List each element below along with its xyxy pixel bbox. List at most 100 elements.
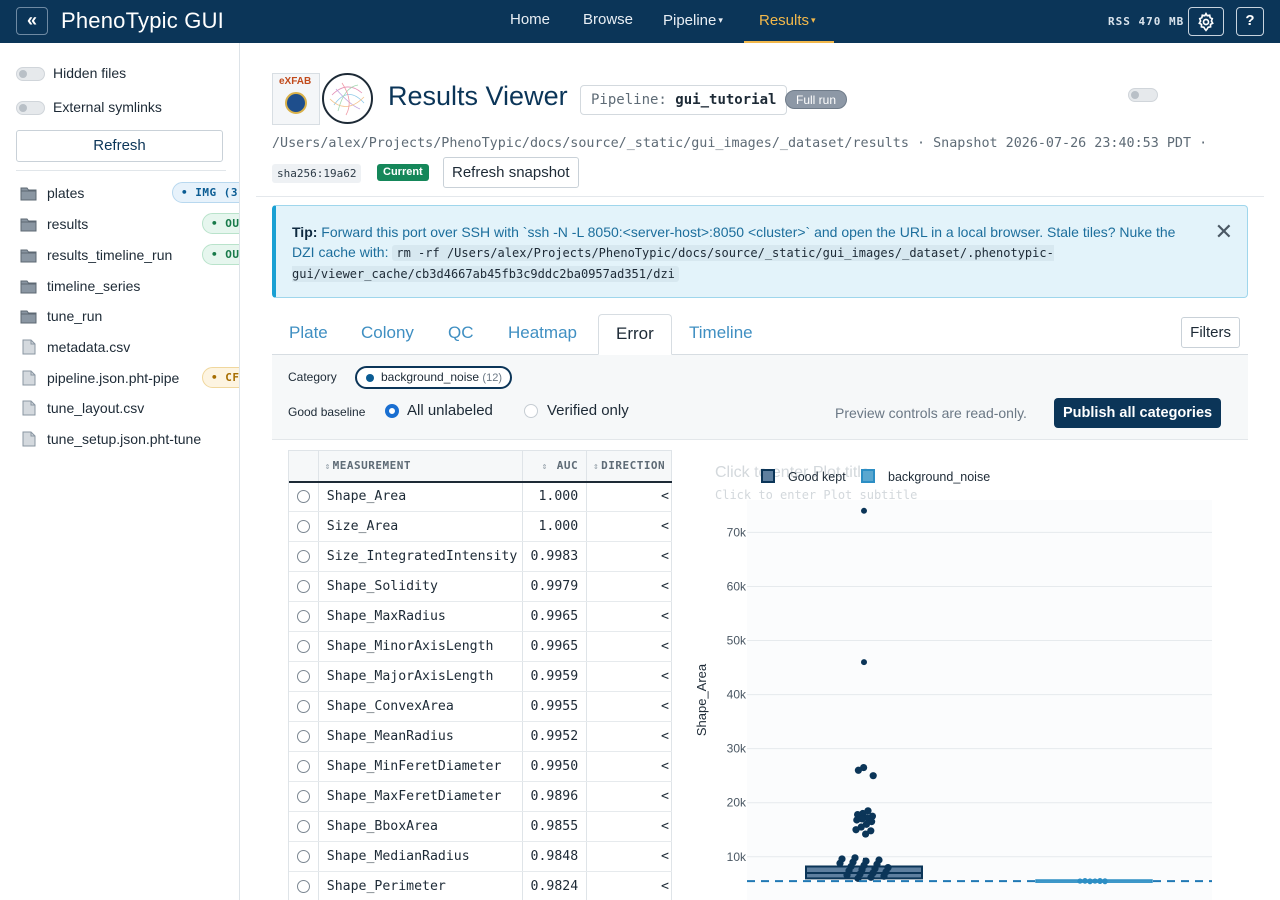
table-row[interactable]: Shape_Area 1.000 < xyxy=(289,481,672,512)
direction-cell: < xyxy=(586,511,672,542)
auc-table: ⇕ MEASUREMENT ⇕ AUC ⇕ DIRECTION Shape_Area… xyxy=(288,450,672,900)
row-radio[interactable] xyxy=(296,489,310,503)
publish-all-button[interactable]: Publish all categories xyxy=(1054,398,1222,428)
measurement-cell: Shape_MeanRadius xyxy=(318,721,523,752)
row-radio[interactable] xyxy=(296,819,310,833)
row-select-cell[interactable] xyxy=(289,871,319,900)
error-boxplot: Click to enter Plot title Click to enter … xyxy=(672,450,1248,900)
auc-cell: 0.9965 xyxy=(522,631,588,662)
row-radio[interactable] xyxy=(296,579,310,593)
measurement-column-header[interactable]: ⇕ MEASUREMENT xyxy=(318,450,523,483)
nav-home[interactable]: Home xyxy=(510,0,550,43)
table-row[interactable]: Shape_Perimeter 0.9824 < xyxy=(289,871,672,900)
header-toggle-switch[interactable] xyxy=(1128,88,1158,102)
good-outlier-point xyxy=(861,507,867,514)
tab-qc[interactable]: QC xyxy=(431,314,491,355)
tab-timeline[interactable]: Timeline xyxy=(672,314,770,355)
tip-text: Tip: Forward this port over SSH with `ss… xyxy=(292,222,1182,284)
row-select-cell[interactable] xyxy=(289,751,319,782)
error-controls: Category background_noise (12) Good base… xyxy=(272,355,1248,440)
table-row[interactable]: Shape_MinorAxisLength 0.9965 < xyxy=(289,631,672,662)
nav-results[interactable]: Results ▾ xyxy=(744,0,834,43)
table-row[interactable]: Shape_MaxFeretDiameter 0.9896 < xyxy=(289,781,672,812)
tab-colony[interactable]: Colony xyxy=(344,314,431,355)
auc-cell: 1.000 xyxy=(522,481,588,512)
noise-point xyxy=(1097,877,1103,884)
brand-title[interactable]: PhenoTypic GUI xyxy=(61,8,224,34)
auc-column-header[interactable]: ⇕ AUC xyxy=(522,450,588,483)
settings-button[interactable] xyxy=(1188,7,1224,36)
row-select-cell[interactable] xyxy=(289,811,319,842)
table-row[interactable]: Size_IntegratedIntensity 0.9983 < xyxy=(289,541,672,572)
radio-unselected[interactable] xyxy=(524,404,538,418)
toggle-switch[interactable] xyxy=(16,67,45,81)
help-button[interactable]: ? xyxy=(1236,7,1264,36)
row-radio[interactable] xyxy=(296,699,310,713)
table-row[interactable]: Shape_ConvexArea 0.9955 < xyxy=(289,691,672,722)
table-row[interactable]: Shape_BboxArea 0.9855 < xyxy=(289,811,672,842)
row-select-cell[interactable] xyxy=(289,691,319,722)
row-select-cell[interactable] xyxy=(289,481,319,512)
row-select-cell[interactable] xyxy=(289,781,319,812)
row-select-cell[interactable] xyxy=(289,841,319,872)
row-select-cell[interactable] xyxy=(289,511,319,542)
row-select-cell[interactable] xyxy=(289,661,319,692)
network-logo xyxy=(322,73,373,124)
file-name: tune_layout.csv xyxy=(47,400,145,416)
table-row[interactable]: Shape_MeanRadius 0.9952 < xyxy=(289,721,672,752)
close-icon[interactable]: ✕ xyxy=(1215,221,1233,243)
top-navbar: « PhenoTypic GUI Home Browse Pipeline ▾ R… xyxy=(0,0,1280,43)
nav-pipeline[interactable]: Pipeline ▾ xyxy=(663,0,723,43)
table-row[interactable]: Shape_Solidity 0.9979 < xyxy=(289,571,672,602)
category-chip[interactable]: background_noise (12) xyxy=(355,366,512,389)
row-radio[interactable] xyxy=(296,789,310,803)
auc-cell: 0.9896 xyxy=(522,781,588,812)
row-select-cell[interactable] xyxy=(289,721,319,752)
refresh-button[interactable]: Refresh xyxy=(16,130,223,162)
direction-cell: < xyxy=(586,481,672,512)
toggle-switch[interactable] xyxy=(16,101,45,115)
row-radio[interactable] xyxy=(296,759,310,773)
collapse-sidebar-button[interactable]: « xyxy=(16,7,48,35)
row-radio[interactable] xyxy=(296,729,310,743)
tab-error[interactable]: Error xyxy=(598,314,672,355)
table-row[interactable]: Shape_MaxRadius 0.9965 < xyxy=(289,601,672,632)
measurement-cell: Shape_ConvexArea xyxy=(318,691,523,722)
refresh-snapshot-button[interactable]: Refresh snapshot xyxy=(443,157,579,188)
nav-browse[interactable]: Browse xyxy=(583,0,633,43)
row-radio[interactable] xyxy=(296,849,310,863)
row-select-cell[interactable] xyxy=(289,541,319,572)
good-outlier-point xyxy=(861,659,867,666)
tip-code: rm -rf /Users/alex/Projects/PhenoTypic/d… xyxy=(292,245,1054,282)
row-radio[interactable] xyxy=(296,519,310,533)
hidden-files-label: Hidden files xyxy=(53,65,127,81)
baseline-option-verified-label: Verified only xyxy=(547,402,629,419)
folder-icon xyxy=(20,280,37,294)
row-select-cell[interactable] xyxy=(289,601,319,632)
row-radio[interactable] xyxy=(296,639,310,653)
row-radio[interactable] xyxy=(296,879,310,893)
filters-button[interactable]: Filters xyxy=(1181,317,1240,348)
measurement-cell: Shape_MaxRadius xyxy=(318,601,523,632)
measurement-cell: Size_Area xyxy=(318,511,523,542)
row-radio[interactable] xyxy=(296,549,310,563)
tab-plate[interactable]: Plate xyxy=(272,314,345,355)
direction-column-header[interactable]: ⇕ DIRECTION xyxy=(586,450,672,483)
radio-selected[interactable] xyxy=(385,404,399,418)
file-icon xyxy=(22,431,36,447)
y-tick-label: 60k xyxy=(727,579,747,593)
row-select-cell[interactable] xyxy=(289,631,319,662)
select-column-header xyxy=(289,450,319,483)
table-row[interactable]: Shape_MinFeretDiameter 0.9950 < xyxy=(289,751,672,782)
row-radio[interactable] xyxy=(296,669,310,683)
table-row[interactable]: Size_Area 1.000 < xyxy=(289,511,672,542)
auc-header-label: AUC xyxy=(556,459,579,473)
direction-cell: < xyxy=(586,691,672,722)
table-row[interactable]: Shape_MajorAxisLength 0.9959 < xyxy=(289,661,672,692)
row-select-cell[interactable] xyxy=(289,571,319,602)
logo-text: eXFAB xyxy=(279,76,312,87)
table-row[interactable]: Shape_MedianRadius 0.9848 < xyxy=(289,841,672,872)
tab-heatmap[interactable]: Heatmap xyxy=(491,314,594,355)
row-radio[interactable] xyxy=(296,609,310,623)
page-title: Results Viewer xyxy=(388,81,568,111)
